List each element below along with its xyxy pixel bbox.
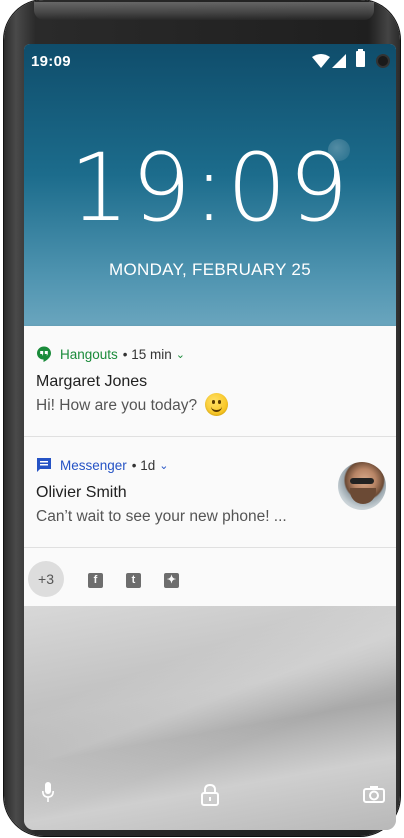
twitter-icon[interactable]: ✦ bbox=[164, 573, 179, 588]
notification-time: • 15 min bbox=[122, 346, 172, 362]
notification-app-name: Hangouts bbox=[60, 346, 118, 362]
lock-clock: 19:09 bbox=[69, 134, 351, 243]
notification-header: Messenger • 1d ⌄ bbox=[36, 457, 169, 473]
front-camera bbox=[376, 54, 390, 68]
messenger-icon bbox=[37, 458, 51, 472]
more-notifications-row: +3 f t ✦ bbox=[24, 548, 396, 606]
notification-sender: Olivier Smith bbox=[36, 484, 127, 501]
notification-time: • 1d bbox=[131, 457, 156, 473]
phone-top-edge bbox=[34, 2, 374, 20]
camera-icon[interactable] bbox=[363, 785, 385, 803]
facebook-icon[interactable]: f bbox=[88, 573, 103, 588]
lock-date: MONDAY, FEBRUARY 25 bbox=[109, 260, 311, 279]
lock-screen: 19:09 19:09 MONDAY, FEBRUARY 25 Hangouts… bbox=[24, 44, 396, 830]
avatar bbox=[338, 462, 386, 510]
signal-icon bbox=[332, 54, 346, 68]
lock-icon[interactable] bbox=[200, 784, 220, 806]
notification-header: Hangouts • 15 min ⌄ bbox=[36, 346, 185, 362]
chevron-down-icon[interactable]: ⌄ bbox=[176, 348, 185, 361]
notification-message: Hi! How are you today? bbox=[36, 397, 198, 414]
notification-messenger[interactable]: Messenger • 1d ⌄ Olivier Smith Can’t wai… bbox=[24, 437, 396, 548]
tumblr-icon[interactable]: t bbox=[126, 573, 141, 588]
notification-panel: Hangouts • 15 min ⌄ Margaret Jones Hi! H… bbox=[24, 326, 396, 606]
chevron-down-icon[interactable]: ⌄ bbox=[159, 459, 168, 472]
notification-sender: Margaret Jones bbox=[36, 373, 148, 390]
wifi-icon bbox=[312, 54, 330, 68]
smiley-emoji-icon bbox=[205, 393, 228, 416]
phone-frame: 19:09 19:09 MONDAY, FEBRUARY 25 Hangouts… bbox=[4, 0, 400, 836]
more-notifications-badge[interactable]: +3 bbox=[28, 561, 64, 597]
hangouts-icon bbox=[37, 346, 51, 362]
notification-hangouts[interactable]: Hangouts • 15 min ⌄ Margaret Jones Hi! H… bbox=[24, 326, 396, 437]
battery-icon bbox=[356, 49, 365, 67]
avatar-sunglasses bbox=[350, 478, 374, 484]
avatar-beard bbox=[350, 488, 376, 504]
notification-message: Can’t wait to see your new phone! ... bbox=[36, 508, 287, 525]
notification-app-name: Messenger bbox=[60, 457, 127, 473]
mic-icon[interactable] bbox=[42, 782, 54, 804]
status-time: 19:09 bbox=[31, 53, 71, 70]
status-bar: 19:09 bbox=[24, 44, 396, 76]
